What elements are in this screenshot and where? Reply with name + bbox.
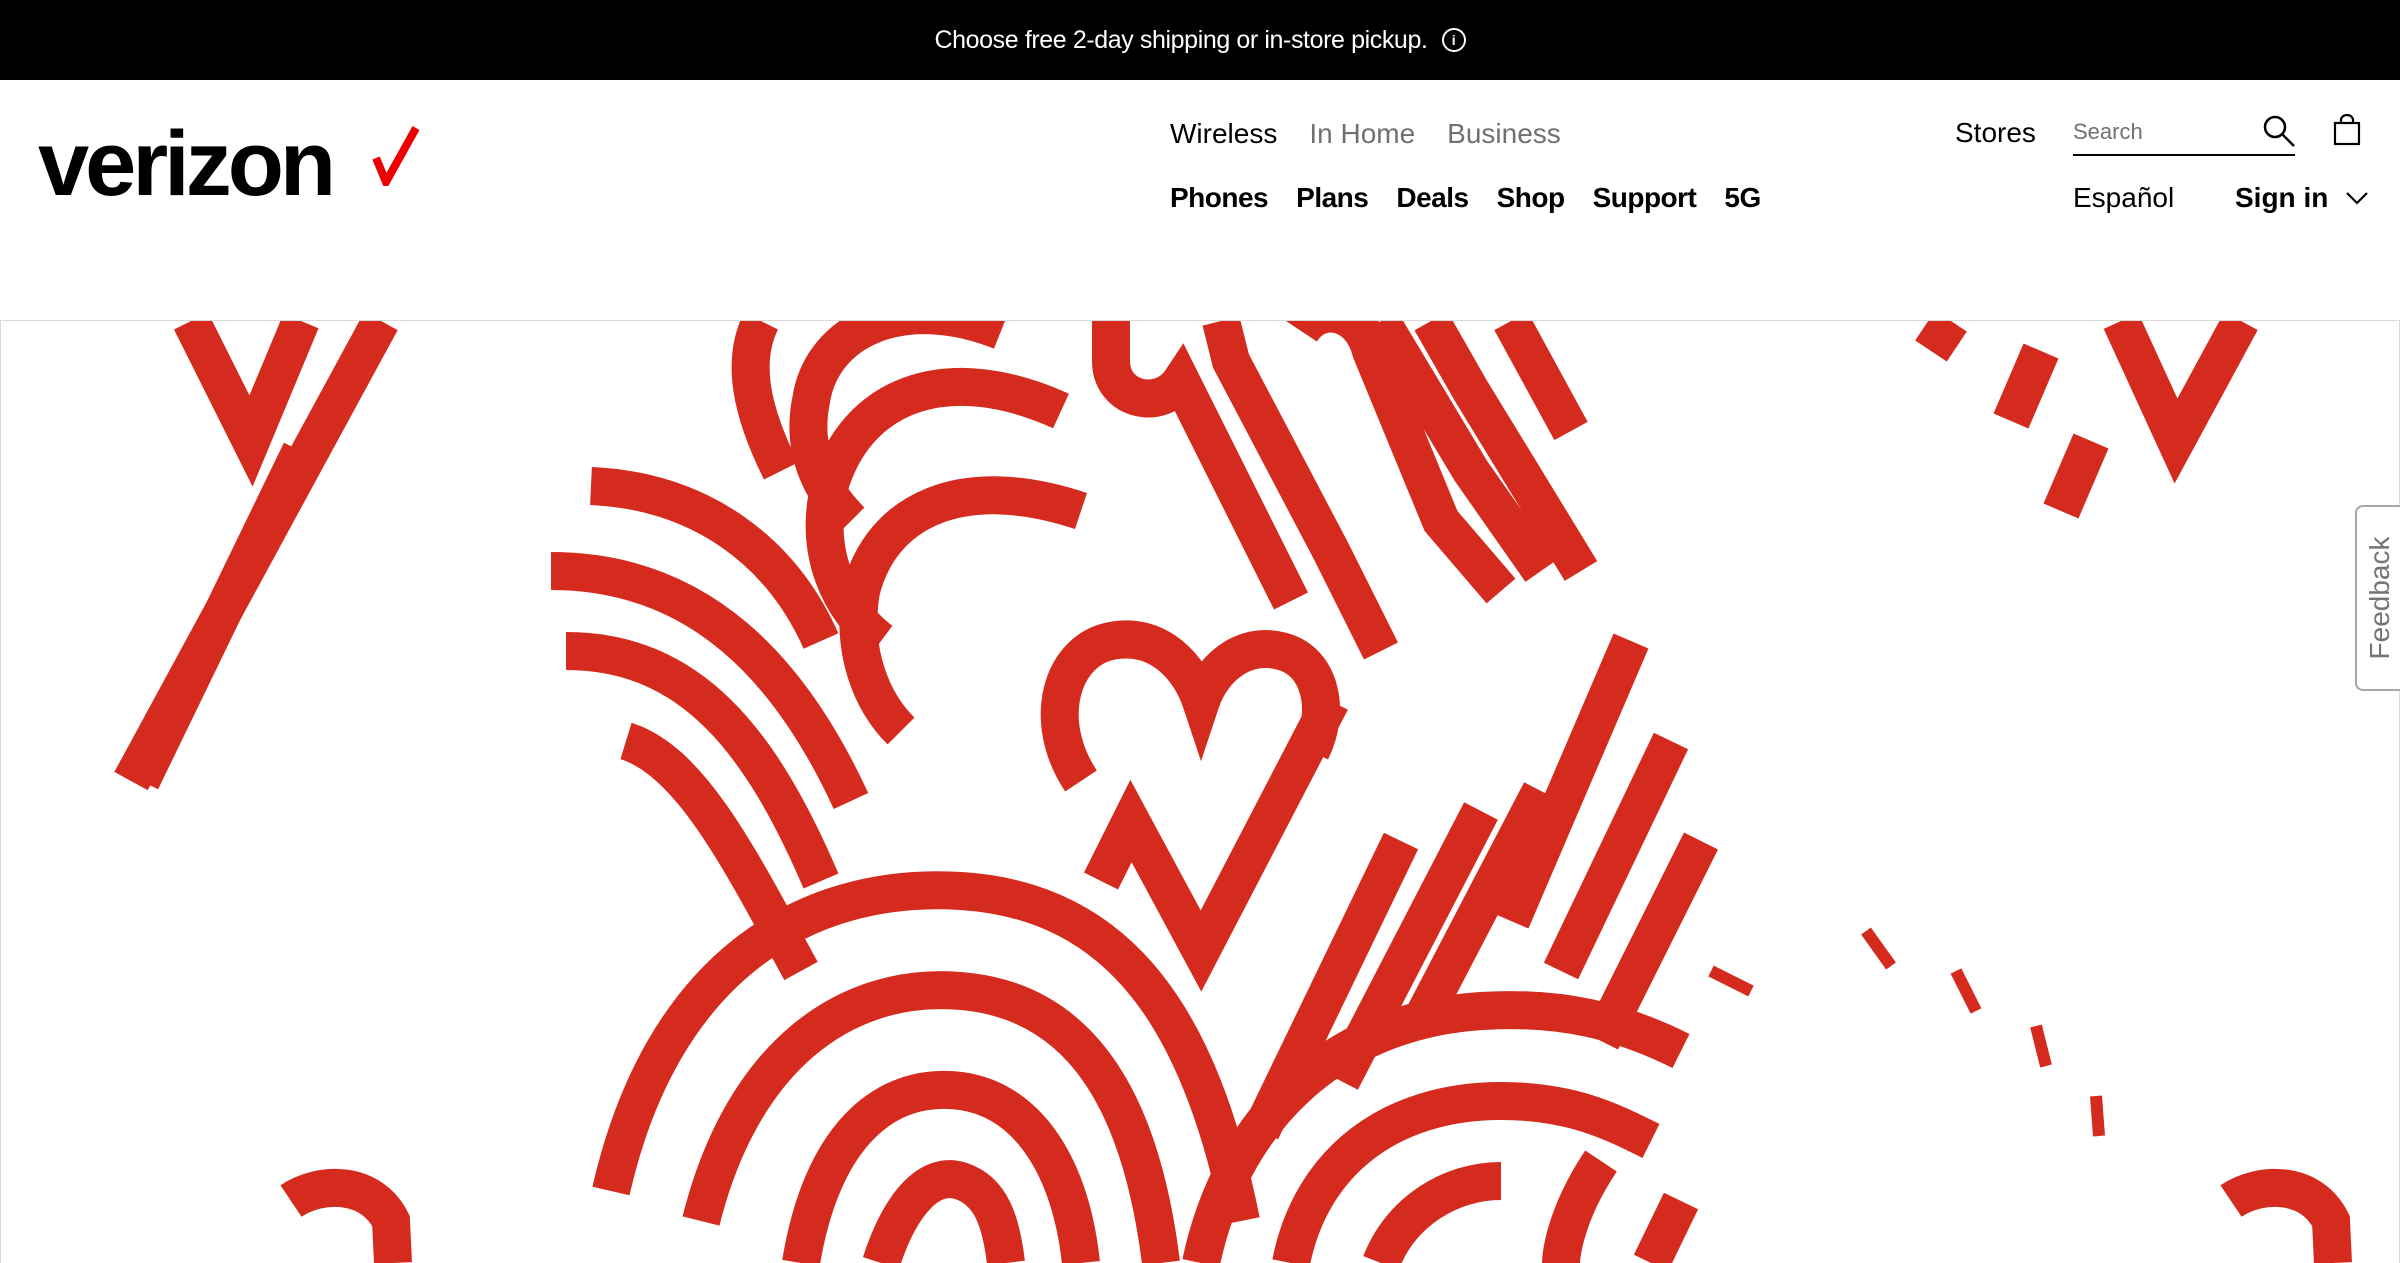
signin-label: Sign in [2235, 182, 2329, 213]
hero-banner[interactable] [0, 320, 2400, 1263]
art-dash [2030, 1024, 2052, 1068]
verizon-logo[interactable]: verizon [38, 118, 336, 210]
art-stroke [123, 442, 319, 790]
art-dash [1861, 927, 1896, 970]
nav-business[interactable]: Business [1447, 118, 1561, 150]
art-stroke [731, 321, 799, 480]
info-circle-icon[interactable]: i [1441, 28, 1466, 52]
art-stroke [1494, 321, 1588, 441]
art-stroke [1363, 1162, 1502, 1263]
hero-heart-artwork [114, 321, 2352, 1263]
shopping-bag-icon[interactable] [2332, 114, 2362, 146]
nav-support[interactable]: Support [1593, 182, 1697, 214]
segment-nav: Wireless In Home Business [1170, 118, 1561, 150]
art-stroke [1084, 692, 1348, 992]
nav-phones[interactable]: Phones [1170, 182, 1269, 214]
nav-in-home[interactable]: In Home [1309, 118, 1415, 150]
art-stroke [2043, 433, 2109, 519]
art-stroke [174, 321, 319, 487]
art-stroke [1993, 343, 2059, 429]
art-stroke [1633, 1192, 1699, 1263]
nav-deals[interactable]: Deals [1396, 182, 1469, 214]
promo-banner: Choose free 2-day shipping or in-store p… [0, 0, 2400, 80]
chevron-down-icon [2346, 192, 2369, 205]
art-dash [1950, 968, 1982, 1014]
art-stroke [1542, 1150, 1617, 1263]
art-dash [1708, 965, 1754, 997]
art-stroke [1915, 321, 1967, 362]
art-stroke [2103, 321, 2258, 484]
search-icon[interactable] [2262, 114, 2296, 148]
search-input[interactable] [2073, 112, 2253, 152]
feedback-label: Feedback [2363, 536, 2395, 660]
nav-5g[interactable]: 5G [1724, 182, 1761, 214]
promo-text: Choose free 2-day shipping or in-store p… [934, 25, 1428, 54]
art-stroke [862, 1160, 1025, 1263]
language-toggle[interactable]: Español [2073, 182, 2174, 214]
main-nav: Phones Plans Deals Shop Support 5G [1170, 182, 1761, 214]
art-stroke [280, 1168, 412, 1263]
stores-link[interactable]: Stores [1955, 117, 2036, 149]
checkmark-icon [372, 126, 420, 186]
feedback-tab[interactable]: Feedback [2355, 505, 2400, 691]
signin-button[interactable]: Sign in [2235, 182, 2369, 214]
art-stroke [2220, 1168, 2352, 1263]
art-dash [2090, 1095, 2105, 1137]
nav-plans[interactable]: Plans [1296, 182, 1369, 214]
nav-shop[interactable]: Shop [1497, 182, 1566, 214]
nav-wireless[interactable]: Wireless [1170, 118, 1277, 150]
